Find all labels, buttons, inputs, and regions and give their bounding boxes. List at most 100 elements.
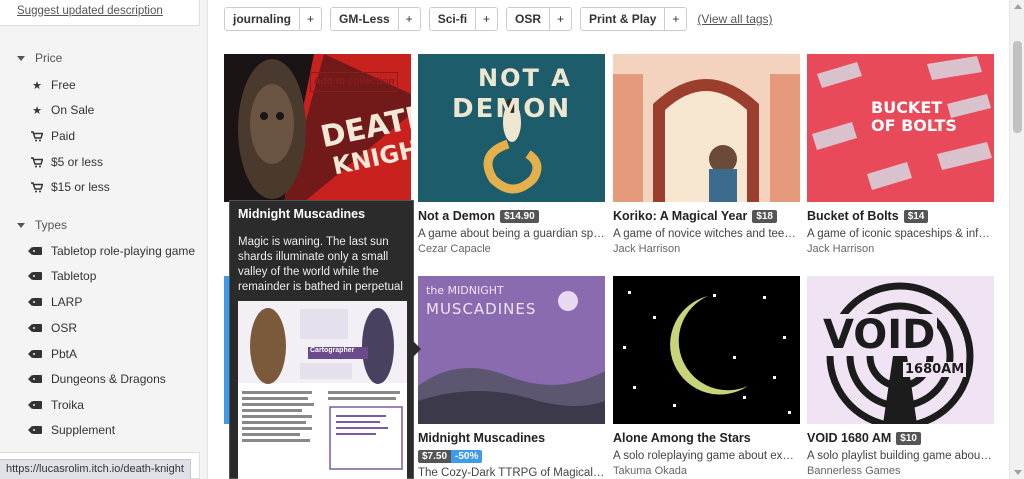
filter-dnd[interactable]: Dungeons & Dragons — [28, 372, 166, 386]
price-badge: $18 — [752, 209, 777, 223]
cover-text: OF BOLTS — [871, 116, 957, 135]
tooltip-screenshot: Cartographer — [238, 301, 407, 479]
game-author[interactable]: Jack Harrison — [807, 243, 994, 255]
game-card-death-knight[interactable]: Add to collection DEATH KNIGHT — [224, 54, 411, 202]
game-card-bucket-of-bolts[interactable]: BUCKET OF BOLTS Bucket of Bolts $14 A gam… — [807, 54, 994, 255]
game-cover[interactable]: VOID 1680AM — [807, 276, 994, 424]
game-author[interactable]: Jack Harrison — [613, 243, 800, 255]
add-to-collection-button[interactable]: Add to collection — [310, 72, 398, 92]
filter-paid[interactable]: Paid — [31, 129, 75, 143]
game-title[interactable]: Not a Demon — [418, 209, 495, 223]
price-heading-label: Price — [35, 51, 63, 65]
scrollbar-thumb[interactable] — [1013, 41, 1022, 133]
add-tag-button[interactable]: + — [549, 8, 571, 30]
game-title[interactable]: Bucket of Bolts — [807, 209, 899, 223]
scroll-up-arrow-icon[interactable] — [1014, 4, 1022, 9]
game-title[interactable]: Alone Among the Stars — [613, 431, 751, 445]
tag-link[interactable]: Sci-fi — [430, 8, 475, 30]
game-cover[interactable]: NOT A DEMON — [418, 54, 605, 202]
filter-label: Troika — [51, 398, 84, 412]
suggest-description-link[interactable]: Suggest updated description — [17, 5, 163, 17]
add-tag-button[interactable]: + — [475, 8, 497, 30]
filter-supplement[interactable]: Supplement — [28, 423, 115, 437]
tag-link[interactable]: GM-Less — [331, 8, 398, 30]
game-title[interactable]: Koriko: A Magical Year — [613, 209, 747, 223]
game-cover[interactable] — [613, 276, 800, 424]
tag-link[interactable]: Print & Play — [581, 8, 664, 30]
tag-icon — [28, 296, 43, 308]
page-scrollbar[interactable] — [1009, 0, 1024, 479]
game-card-not-a-demon[interactable]: NOT A DEMON Not a Demon $14.90 A game abo… — [418, 54, 605, 255]
caret-down-icon — [17, 55, 25, 61]
filter-label: Dungeons & Dragons — [51, 372, 166, 386]
filter-label: $15 or less — [51, 180, 110, 194]
add-tag-button[interactable]: + — [397, 8, 420, 30]
game-description: A solo roleplaying game about explo... — [613, 450, 800, 462]
filter-label: Free — [51, 78, 76, 92]
price-filter-heading[interactable]: Price — [17, 51, 62, 65]
status-bar-url: https://lucasrolim.itch.io/death-knight — [0, 459, 191, 479]
game-card-void-1680am[interactable]: VOID 1680AM VOID 1680 AM $10 A solo playl… — [807, 276, 994, 477]
game-preview-tooltip: Midnight Muscadines Magic is waning. The… — [229, 200, 421, 479]
cover-text: NOT A — [478, 64, 572, 92]
filter-15-or-less[interactable]: $15 or less — [31, 180, 110, 194]
tag-journaling: journaling + — [224, 7, 322, 31]
filter-tabletop[interactable]: Tabletop — [28, 269, 97, 283]
game-title[interactable]: VOID 1680 AM — [807, 431, 891, 445]
game-title[interactable]: Midnight Muscadines — [418, 431, 545, 445]
filter-5-or-less[interactable]: $5 or less — [31, 155, 103, 169]
cover-text: VOID — [821, 312, 938, 358]
game-author[interactable]: Cezar Capacle — [418, 243, 605, 255]
add-tag-button[interactable]: + — [299, 8, 321, 30]
cover-text: 1680AM — [903, 362, 967, 377]
tag-icon — [28, 373, 43, 385]
tag-link[interactable]: OSR — [507, 8, 549, 30]
cover-text: BUCKET — [871, 98, 943, 117]
game-author[interactable]: Bannerless Games — [807, 465, 994, 477]
game-cover[interactable]: the MIDNIGHT MUSCADINES — [418, 276, 605, 424]
filter-label: $5 or less — [51, 155, 104, 169]
tag-icon — [28, 270, 43, 282]
cart-icon — [31, 181, 43, 193]
game-card-midnight-muscadines[interactable]: the MIDNIGHT MUSCADINES Midnight Muscadi… — [418, 276, 605, 479]
filter-label: On Sale — [51, 103, 95, 117]
filter-larp[interactable]: LARP — [28, 295, 82, 309]
scroll-down-arrow-icon[interactable] — [1014, 470, 1022, 475]
tooltip-description: Magic is waning. The last sun shards ill… — [238, 236, 403, 293]
price-badge: $10 — [896, 431, 921, 445]
cover-text: DEMON — [452, 94, 572, 124]
filter-troika[interactable]: Troika — [28, 398, 84, 412]
view-all-tags-link[interactable]: (View all tags) — [697, 12, 772, 26]
game-cover[interactable] — [613, 54, 800, 202]
cover-text: MUSCADINES — [426, 300, 537, 318]
game-author[interactable]: Takuma Okada — [613, 465, 800, 477]
filter-on-sale[interactable]: ★ On Sale — [31, 103, 94, 117]
filter-label: Tabletop — [51, 269, 97, 283]
tooltip-title: Midnight Muscadines — [238, 207, 366, 221]
filter-label: Paid — [51, 129, 76, 143]
tooltip-arrow — [413, 341, 421, 357]
tag-sci-fi: Sci-fi + — [428, 7, 499, 31]
game-description: The Cozy-Dark TTRPG of Magical Ja... — [418, 467, 605, 479]
filter-free[interactable]: ★ Free — [31, 78, 76, 92]
sale-badge: -50% — [451, 449, 483, 463]
tag-icon — [28, 399, 43, 411]
filter-osr[interactable]: OSR — [28, 321, 77, 335]
game-cover[interactable]: Add to collection DEATH KNIGHT — [224, 54, 411, 202]
game-card-koriko[interactable]: Koriko: A Magical Year $18 A game of novi… — [613, 54, 800, 255]
cart-icon — [31, 156, 43, 168]
tag-icon — [28, 245, 43, 257]
add-tag-button[interactable]: + — [664, 8, 686, 30]
game-cover[interactable]: BUCKET OF BOLTS — [807, 54, 994, 202]
tag-icon — [28, 348, 43, 360]
tag-link[interactable]: journaling — [225, 8, 299, 30]
game-card-alone-among-the-stars[interactable]: Alone Among the Stars A solo roleplaying… — [613, 276, 800, 477]
tag-gm-less: GM-Less + — [330, 7, 421, 31]
screenshot-label: Cartographer — [310, 347, 355, 354]
types-filter-heading[interactable]: Types — [17, 218, 67, 232]
tag-print-play: Print & Play + — [580, 7, 688, 31]
filter-pbta[interactable]: PbtA — [28, 347, 78, 361]
filter-label: PbtA — [51, 347, 78, 361]
cart-icon — [31, 130, 43, 142]
filter-tabletop-rpg[interactable]: Tabletop role-playing game — [28, 244, 195, 258]
